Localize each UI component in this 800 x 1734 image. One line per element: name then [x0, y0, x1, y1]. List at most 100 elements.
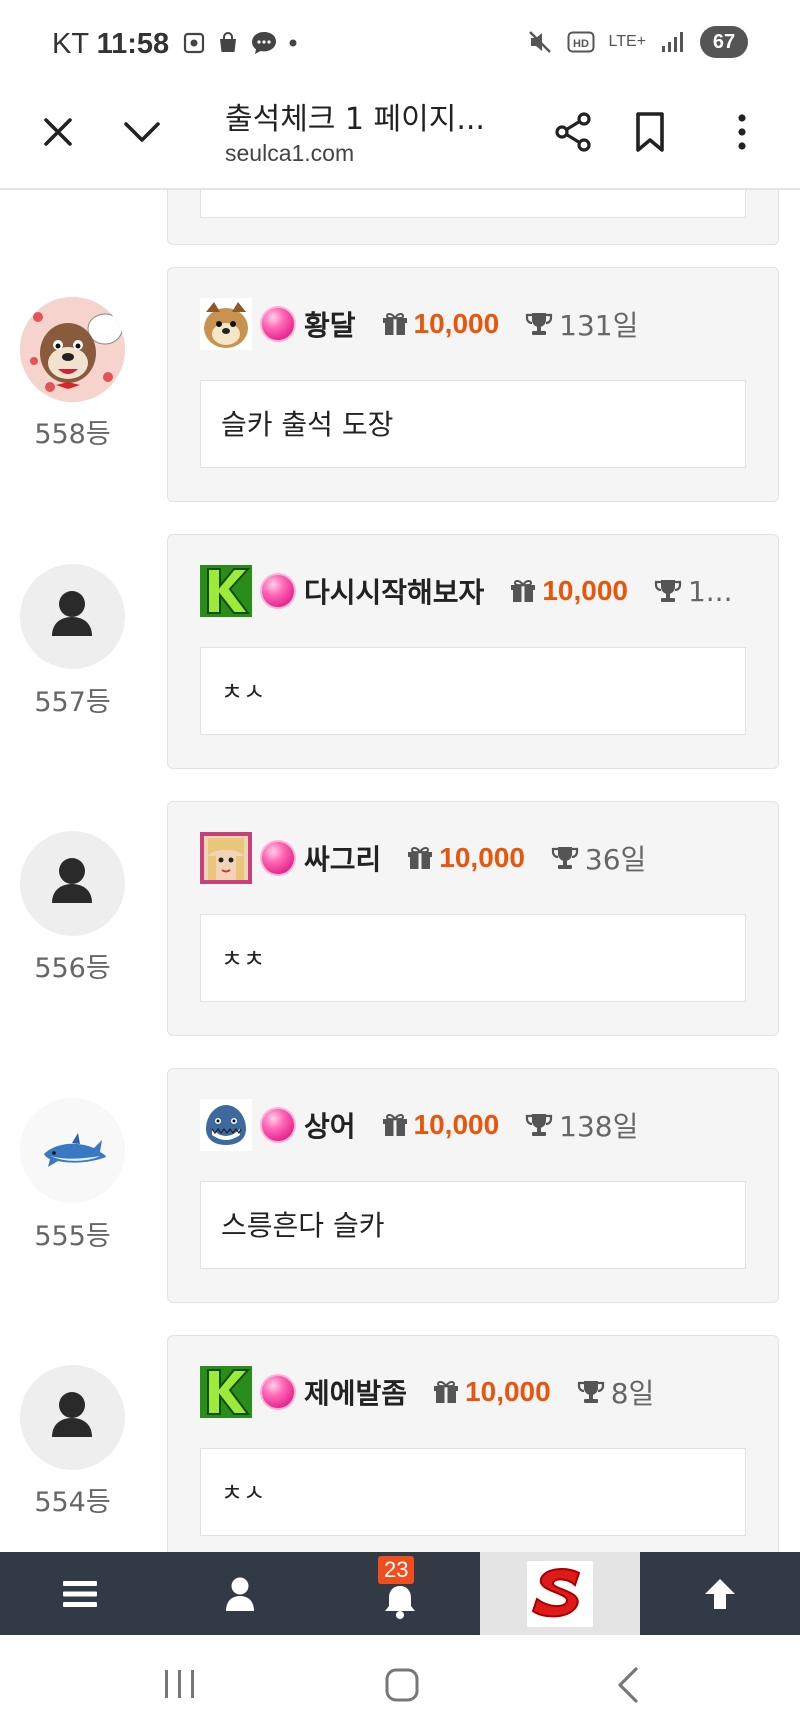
more-notifications-dot-icon	[289, 39, 297, 47]
points-value: 10,000	[413, 1109, 500, 1140]
gem-icon	[260, 306, 296, 342]
rank-label: 557등	[34, 687, 111, 718]
bookmark-icon[interactable]	[628, 110, 672, 154]
svg-text:HD: HD	[573, 38, 589, 50]
avatar[interactable]	[20, 1098, 125, 1203]
level-badge-k-icon	[200, 565, 252, 617]
points-value: 10,000	[413, 308, 500, 339]
gift-icon	[434, 1380, 459, 1403]
share-icon[interactable]	[552, 110, 596, 154]
level-badge-k-icon	[200, 1366, 252, 1418]
rank-label: 555등	[34, 1221, 111, 1252]
trophy-icon	[551, 847, 579, 869]
status-bar: KT 11:58 HD LTE+ 67	[0, 0, 800, 82]
attendance-card: 다시시작해보자 10,000 1... ㅊㅅ	[167, 534, 779, 769]
avatar[interactable]	[20, 297, 125, 402]
page-url[interactable]: seulca1.com	[225, 140, 354, 167]
message-box: 슬카 출석 도장	[200, 380, 746, 468]
username[interactable]: 싸그리	[304, 838, 381, 878]
level-badge-icon	[200, 298, 252, 350]
streak-days: 8일	[610, 1377, 655, 1410]
attendance-card: 싸그리 10,000 36일 ㅊㅊ	[167, 801, 779, 1036]
username[interactable]: 다시시작해보자	[304, 571, 484, 611]
streak-days: 131일	[559, 309, 639, 342]
clock: 11:58	[96, 28, 170, 60]
hd-voice-icon: HD	[567, 31, 594, 53]
streak-days: 138일	[559, 1110, 639, 1143]
trophy-icon	[526, 313, 553, 335]
avatar[interactable]	[20, 1365, 125, 1470]
message-box: 스릉흔다 슬카	[200, 1181, 746, 1269]
message-box	[200, 190, 746, 218]
shark-avatar-icon	[44, 1133, 106, 1167]
attendance-card: 상어 10,000 138일 스릉흔다 슬카	[167, 1068, 779, 1303]
trophy-icon	[526, 1114, 553, 1136]
username[interactable]: 황달	[304, 304, 356, 344]
avatar[interactable]	[20, 564, 125, 669]
trophy-icon	[577, 1381, 604, 1403]
bell-icon	[385, 1585, 415, 1619]
battery-indicator: 67	[700, 26, 748, 58]
username[interactable]: 제에발좀	[304, 1372, 407, 1412]
streak-days: 1...	[687, 574, 733, 608]
card-header: 제에발좀 10,000 8일	[200, 1366, 760, 1418]
site-logo-button[interactable]	[480, 1552, 640, 1635]
default-user-icon	[52, 1392, 92, 1437]
card-header: 황달 10,000 131일	[200, 298, 760, 350]
notification-icons	[182, 30, 298, 56]
streak-days: 36일	[584, 843, 647, 876]
user-icon	[226, 1577, 254, 1611]
points-value: 10,000	[542, 575, 628, 606]
recent-apps-icon[interactable]	[160, 1665, 200, 1703]
site-bottom-nav: 23	[0, 1552, 800, 1635]
chat-bubble-icon	[252, 32, 276, 54]
back-icon[interactable]	[610, 1665, 646, 1705]
shopping-bag-icon	[220, 32, 236, 52]
rank-label: 556등	[34, 953, 111, 984]
more-options-icon[interactable]	[720, 110, 764, 154]
rank-label: 554등	[34, 1487, 111, 1518]
page-title[interactable]: 출석체크 1 페이지...	[225, 94, 485, 138]
network-type: LTE+	[608, 33, 647, 50]
rank-label: 558등	[34, 419, 111, 450]
card-header: 싸그리 10,000 36일	[200, 832, 760, 884]
site-logo-s-icon	[527, 1560, 593, 1627]
attendance-card: 제에발좀 10,000 8일 ㅊㅅ	[167, 1335, 779, 1552]
carrier-and-time: KT 11:58	[52, 28, 169, 61]
browser-toolbar: 출석체크 1 페이지... seulca1.com	[0, 82, 800, 190]
otter-avatar-icon	[20, 297, 125, 402]
scroll-to-top-button[interactable]	[640, 1552, 800, 1635]
level-badge-icon	[200, 832, 252, 884]
points-value: 10,000	[465, 1376, 551, 1407]
card-header: 상어 10,000 138일	[200, 1099, 760, 1151]
gem-icon	[260, 1107, 296, 1143]
close-icon[interactable]	[36, 110, 80, 154]
gem-icon	[260, 840, 296, 876]
gift-icon	[511, 579, 536, 602]
home-icon[interactable]	[382, 1665, 422, 1705]
attendance-feed[interactable]: 558등 황달 10,000 131일 슬카 출석 도장 557등 다시시작해보…	[0, 190, 800, 1552]
menu-button[interactable]	[0, 1552, 160, 1635]
system-navigation-bar	[0, 1635, 800, 1734]
gift-icon	[382, 1113, 407, 1136]
signal-icon	[662, 32, 683, 52]
mute-icon	[528, 31, 551, 53]
hamburger-menu-icon	[63, 1580, 97, 1607]
gem-icon	[260, 1374, 296, 1410]
card-header: 다시시작해보자 10,000 1...	[200, 565, 760, 617]
carrier: KT	[52, 28, 89, 60]
attendance-card	[167, 190, 779, 245]
arrow-up-icon	[705, 1578, 735, 1609]
level-badge-shark-icon	[200, 1099, 252, 1151]
screenshot-icon	[183, 32, 205, 54]
avatar[interactable]	[20, 831, 125, 936]
notification-count-badge: 23	[378, 1556, 415, 1584]
profile-button[interactable]	[160, 1552, 320, 1635]
attendance-card: 황달 10,000 131일 슬카 출석 도장	[167, 267, 779, 502]
trophy-icon	[654, 580, 682, 602]
username[interactable]: 상어	[304, 1105, 356, 1145]
system-indicators: HD LTE+ 67	[527, 26, 748, 58]
gift-icon	[382, 312, 407, 335]
chevron-down-icon[interactable]	[120, 110, 164, 154]
default-user-icon	[52, 591, 92, 636]
